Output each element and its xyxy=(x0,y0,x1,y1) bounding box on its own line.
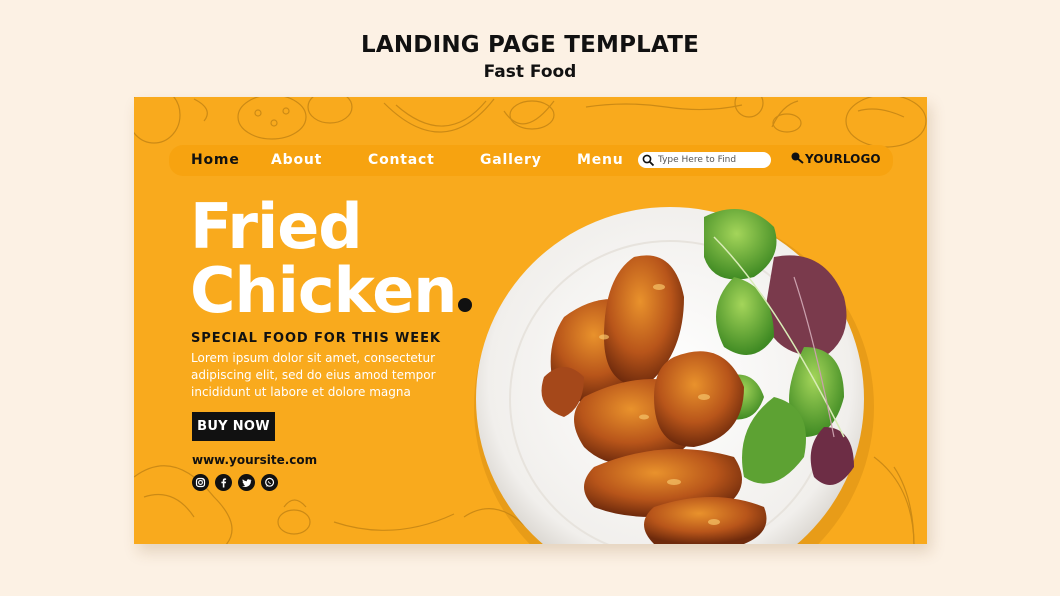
description-line: Lorem ipsum dolor sit amet, consectetur xyxy=(191,351,436,365)
fried-chicken-plate-image xyxy=(474,207,874,544)
nav-about[interactable]: About xyxy=(271,152,322,168)
nav-home[interactable]: Home xyxy=(191,152,240,168)
nav-gallery[interactable]: Gallery xyxy=(480,152,542,168)
buy-now-button[interactable]: BUY NOW xyxy=(192,412,275,441)
description-line: adipiscing elit, sed do eius amod tempor xyxy=(191,368,436,382)
page-subtitle: Fast Food xyxy=(483,62,577,82)
headline-line-2: Chicken xyxy=(190,254,457,327)
hero-subheading: SPECIAL FOOD FOR THIS WEEK xyxy=(191,331,441,346)
brand-logo[interactable]: YOURLOGO xyxy=(791,152,881,166)
facebook-icon[interactable] xyxy=(215,474,232,491)
social-links xyxy=(192,474,278,491)
headline-line-1: Fried xyxy=(190,190,363,263)
nav-contact[interactable]: Contact xyxy=(368,152,435,168)
page-title: LANDING PAGE TEMPLATE xyxy=(360,32,700,58)
search-icon xyxy=(642,154,655,167)
nav-bar: Home About Contact Gallery Menu YOURLOGO xyxy=(169,145,893,176)
description-line: incididunt ut labore et dolore magna xyxy=(191,385,411,399)
nav-menu[interactable]: Menu xyxy=(577,152,624,168)
landing-card: Home About Contact Gallery Menu YOURLOGO… xyxy=(134,97,927,544)
whatsapp-icon[interactable] xyxy=(261,474,278,491)
logo-text: YOURLOGO xyxy=(805,152,881,166)
logo-icon xyxy=(791,152,804,164)
instagram-icon[interactable] xyxy=(192,474,209,491)
website-link[interactable]: www.yoursite.com xyxy=(192,453,317,467)
twitter-icon[interactable] xyxy=(238,474,255,491)
headline-dot xyxy=(458,298,473,312)
page-header: LANDING PAGE TEMPLATE Fast Food xyxy=(0,30,1060,84)
hero-headline: Fried Chicken xyxy=(190,190,473,323)
search-box[interactable] xyxy=(638,152,771,168)
search-input[interactable] xyxy=(658,153,766,167)
hero-description: Lorem ipsum dolor sit amet, consectetur … xyxy=(191,350,463,401)
